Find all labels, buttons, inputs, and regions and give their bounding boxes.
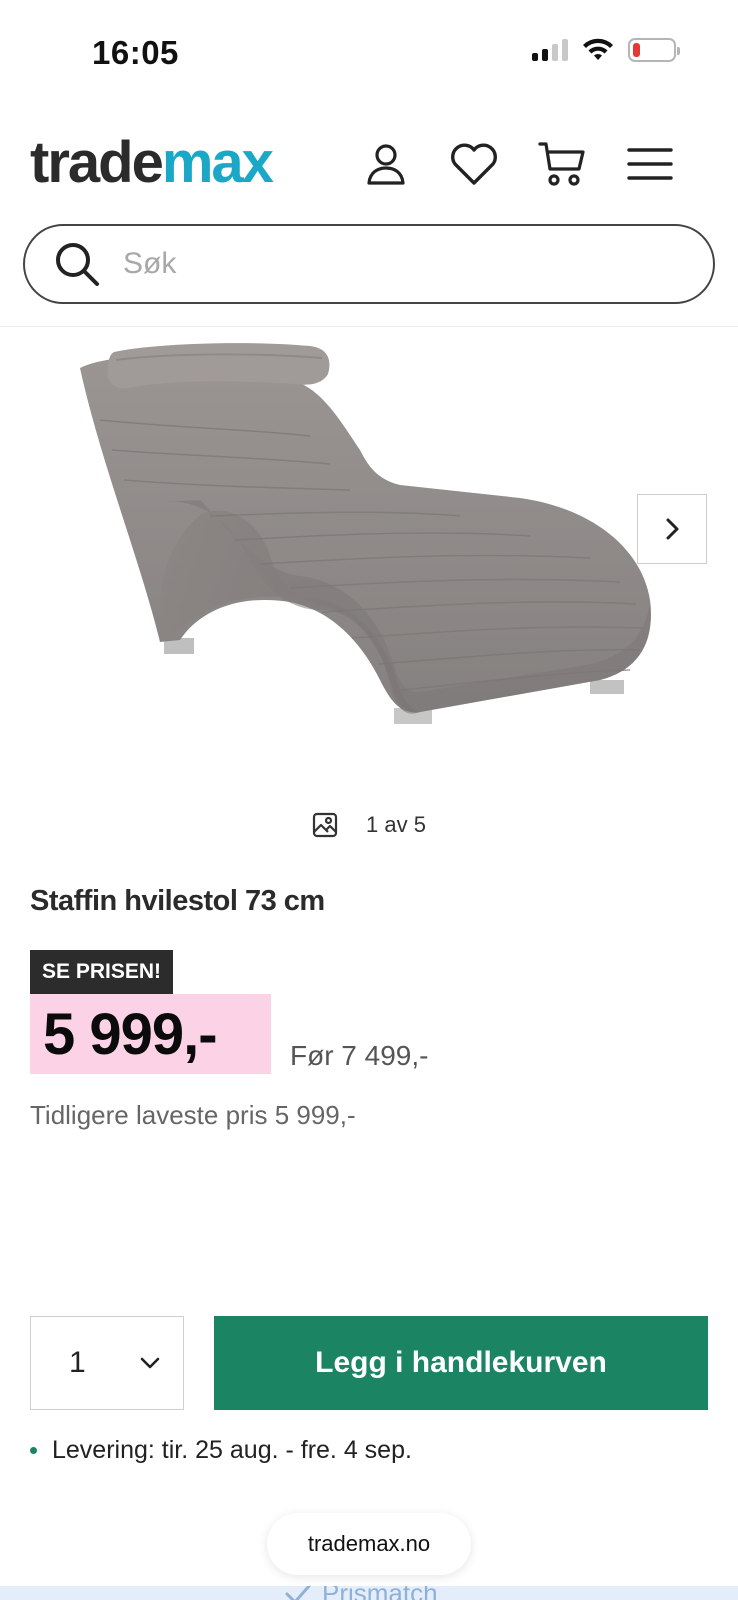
gallery-counter[interactable]: 1 av 5 xyxy=(312,812,426,838)
current-price: 5 999,- xyxy=(43,1001,218,1067)
chevron-right-icon xyxy=(666,518,679,540)
cellular-signal-icon xyxy=(532,39,568,61)
trademax-logo[interactable]: trademax xyxy=(30,134,274,192)
previous-price: Før 7 499,- xyxy=(290,1040,429,1071)
quantity-value: 1 xyxy=(69,1346,86,1379)
menu-icon[interactable] xyxy=(624,138,676,190)
wifi-icon xyxy=(583,38,613,60)
status-icons xyxy=(532,38,680,62)
search-icon xyxy=(56,243,99,286)
price-box: 5 999,- xyxy=(30,994,271,1074)
delivery-status-dot xyxy=(30,1447,37,1454)
product-title: Staffin hvilestol 73 cm xyxy=(30,885,325,917)
user-icon[interactable] xyxy=(360,138,412,190)
product-image[interactable] xyxy=(60,340,680,760)
battery-low-icon xyxy=(628,38,680,62)
header-actions xyxy=(360,138,676,190)
quantity-select[interactable]: 1 xyxy=(30,1316,184,1410)
prismatch-banner: Prismatch xyxy=(0,1586,738,1600)
gallery-next-button[interactable] xyxy=(637,494,707,564)
delivery-info: Levering: tir. 25 aug. - fre. 4 sep. xyxy=(30,1436,412,1465)
prismatch-label: Prismatch xyxy=(322,1586,438,1600)
status-time: 16:05 xyxy=(92,34,179,71)
gallery-counter-text: 1 av 5 xyxy=(366,812,426,837)
add-to-cart-button[interactable]: Legg i handlekurven xyxy=(214,1316,708,1410)
delivery-text: Levering: tir. 25 aug. - fre. 4 sep. xyxy=(52,1436,412,1464)
image-icon xyxy=(312,812,338,838)
check-icon xyxy=(285,1586,311,1600)
price-badge: SE PRISEN! xyxy=(30,950,174,994)
browser-url-pill[interactable]: trademax.no xyxy=(267,1513,471,1575)
prismatch-label-wrap: Prismatch xyxy=(284,1586,438,1600)
cart-icon[interactable] xyxy=(536,138,588,190)
search-bar[interactable] xyxy=(23,224,715,304)
heart-icon[interactable] xyxy=(448,138,500,190)
chevron-down-icon xyxy=(140,1357,160,1369)
status-bar: 16:05 xyxy=(0,0,738,100)
search-input[interactable] xyxy=(123,247,643,281)
site-header: trademax xyxy=(0,130,738,210)
header-divider xyxy=(0,326,738,327)
lowest-price-note: Tidligere laveste pris 5 999,- xyxy=(30,1100,356,1130)
